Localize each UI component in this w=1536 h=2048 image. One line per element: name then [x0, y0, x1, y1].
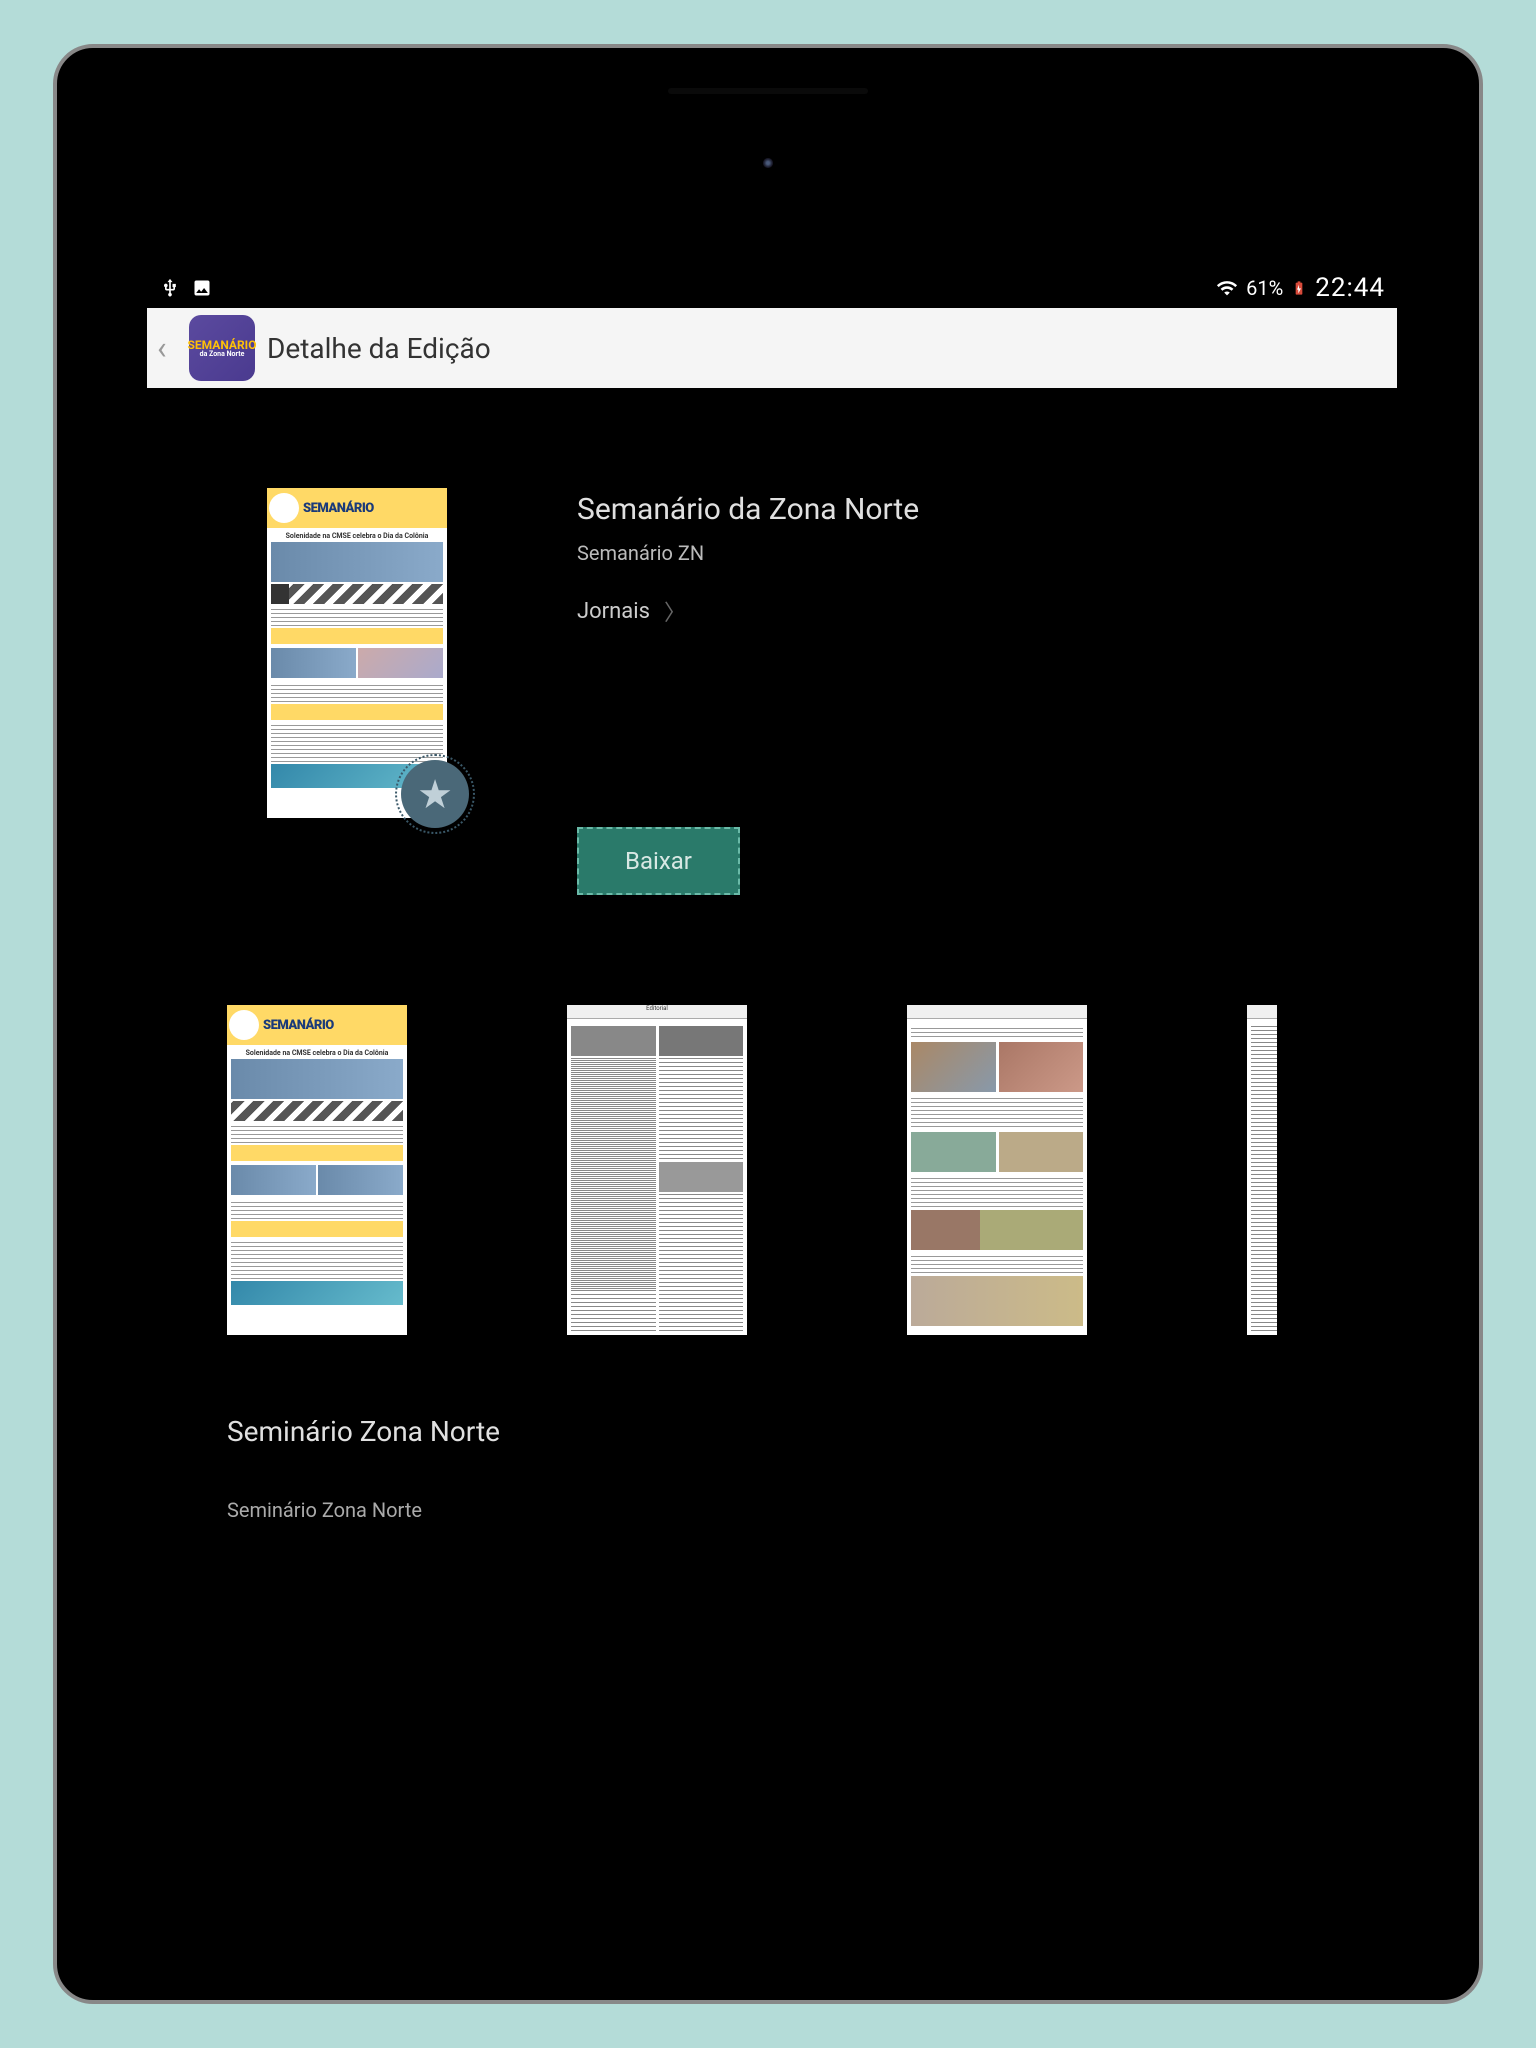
section-title: Seminário Zona Norte	[227, 1415, 1277, 1448]
picture-icon	[191, 277, 213, 299]
status-bar: 61% 22:44	[147, 268, 1397, 308]
status-clock: 22:44	[1315, 273, 1385, 303]
wifi-icon	[1216, 277, 1238, 299]
edition-category-link[interactable]: Jornais 〉	[577, 595, 1277, 627]
back-button[interactable]: ‹	[157, 328, 177, 368]
edition-detail: SEMANÁRIO Solenidade na CMSE celebra o D…	[267, 488, 1277, 895]
edition-category-label: Jornais	[577, 599, 650, 624]
app-bar: ‹ SEMANÁRIO da Zona Norte Detalhe da Edi…	[147, 308, 1397, 388]
page-thumbnail[interactable]	[907, 1005, 1087, 1335]
battery-icon	[1291, 276, 1307, 300]
download-button[interactable]: Baixar	[577, 827, 740, 895]
page-thumbnail[interactable]: SEMANÁRIO Solenidade na CMSE celebra o D…	[227, 1005, 407, 1335]
star-badge-icon: ★	[401, 760, 469, 828]
page-thumbnail[interactable]: Editorial	[567, 1005, 747, 1335]
page-thumbnail[interactable]	[1247, 1005, 1277, 1335]
usb-icon	[159, 277, 181, 299]
app-icon-label-2: da Zona Norte	[200, 351, 245, 358]
cover-brand: SEMANÁRIO	[303, 501, 374, 516]
app-icon[interactable]: SEMANÁRIO da Zona Norte	[189, 315, 255, 381]
edition-cover[interactable]: SEMANÁRIO Solenidade na CMSE celebra o D…	[267, 488, 447, 818]
edition-title: Semanário da Zona Norte	[577, 492, 1277, 527]
tablet-camera	[763, 158, 773, 168]
app-icon-label-1: SEMANÁRIO	[188, 339, 257, 351]
tablet-speaker	[668, 88, 868, 94]
page-title: Detalhe da Edição	[267, 332, 491, 365]
chevron-right-icon: 〉	[664, 595, 686, 627]
edition-publisher: Semanário ZN	[577, 541, 1277, 565]
section-subtitle: Seminário Zona Norte	[227, 1498, 1277, 1522]
page-thumbnails[interactable]: SEMANÁRIO Solenidade na CMSE celebra o D…	[227, 1005, 1277, 1335]
screen: 61% 22:44 ‹ SEMANÁRIO da Zona Norte Deta…	[147, 268, 1397, 1968]
battery-percentage: 61%	[1246, 276, 1283, 300]
tablet-frame: 61% 22:44 ‹ SEMANÁRIO da Zona Norte Deta…	[53, 44, 1483, 2004]
content-area: SEMANÁRIO Solenidade na CMSE celebra o D…	[147, 388, 1397, 1522]
